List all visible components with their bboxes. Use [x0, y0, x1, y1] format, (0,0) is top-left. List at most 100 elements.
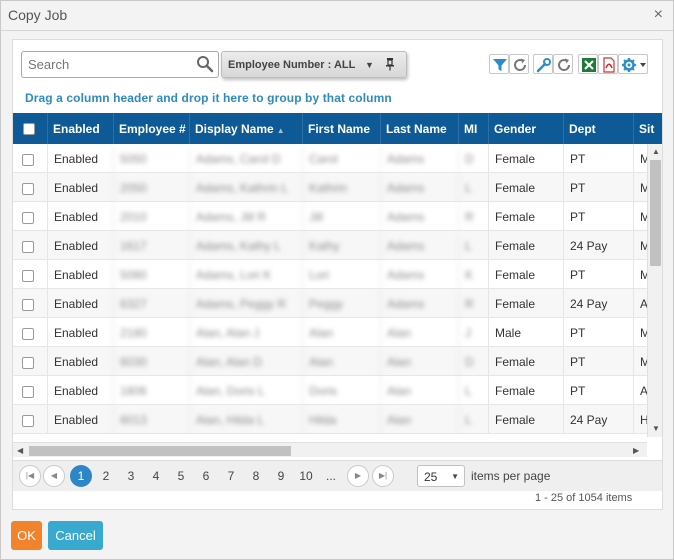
row-checkbox[interactable]	[22, 240, 34, 253]
page-8[interactable]: 8	[245, 465, 267, 487]
row-select-cell	[13, 173, 47, 202]
last-name-cell: Adams	[380, 173, 458, 202]
scroll-down-icon[interactable]: ▼	[652, 424, 660, 433]
dept-cell: PT	[563, 260, 633, 289]
table-row[interactable]: Enabled 2050 Adams, Kathrin L Kathrin Ad…	[13, 173, 649, 202]
refresh-icon[interactable]	[553, 54, 573, 74]
dept-cell: PT	[563, 202, 633, 231]
table-row[interactable]: Enabled 6030 Alan, Alan D Alan Alan D Fe…	[13, 347, 649, 376]
row-checkbox[interactable]	[22, 153, 34, 166]
search-input[interactable]	[22, 52, 197, 77]
page-9[interactable]: 9	[270, 465, 292, 487]
cancel-button[interactable]: Cancel	[48, 521, 103, 550]
pdf-export-icon[interactable]	[598, 54, 618, 74]
prev-page-icon[interactable]: ◀	[43, 465, 65, 487]
gender-cell: Female	[488, 260, 563, 289]
scroll-right-icon[interactable]: ▶	[633, 446, 639, 455]
column-header-site[interactable]: Sit	[633, 113, 662, 144]
gear-icon[interactable]	[618, 54, 648, 74]
page-3[interactable]: 3	[120, 465, 142, 487]
last-name-cell: Adams	[380, 144, 458, 173]
page-4[interactable]: 4	[145, 465, 167, 487]
mi-cell: J	[458, 318, 488, 347]
last-name-cell: Alan	[380, 376, 458, 405]
row-checkbox[interactable]	[22, 327, 34, 340]
row-select-cell	[13, 347, 47, 376]
next-page-icon[interactable]: ▶	[347, 465, 369, 487]
last-name-cell: Adams	[380, 289, 458, 318]
employee-number-cell: 6327	[113, 289, 189, 318]
display-name-cell: Adams, Peggy R	[189, 289, 302, 318]
horizontal-scroll-thumb[interactable]	[29, 446, 291, 456]
first-name-cell: Jill	[302, 202, 380, 231]
table-row[interactable]: Enabled 6013 Alan, Hilda L Hilda Alan L …	[13, 405, 649, 434]
search-icon[interactable]	[196, 55, 216, 75]
wrench-icon[interactable]	[533, 54, 553, 74]
enabled-cell: Enabled	[47, 289, 113, 318]
select-all-checkbox[interactable]	[23, 122, 35, 135]
row-checkbox[interactable]	[22, 356, 34, 369]
table-row[interactable]: Enabled 5080 Adams, Lori K Lori Adams K …	[13, 260, 649, 289]
chevron-down-icon: ▼	[451, 472, 459, 481]
column-header-mi[interactable]: MI	[458, 113, 488, 144]
refresh-filter-icon[interactable]	[509, 54, 529, 74]
page-2[interactable]: 2	[95, 465, 117, 487]
vertical-scrollbar[interactable]: ▲ ▼	[647, 144, 662, 437]
page-more[interactable]: ...	[320, 465, 342, 487]
filter-icon[interactable]	[489, 54, 509, 74]
row-checkbox[interactable]	[22, 414, 34, 427]
row-checkbox[interactable]	[22, 385, 34, 398]
mi-cell: K	[458, 260, 488, 289]
row-checkbox[interactable]	[22, 298, 34, 311]
first-name-cell: Lori	[302, 260, 380, 289]
scroll-up-icon[interactable]: ▲	[652, 147, 660, 156]
mi-cell: R	[458, 202, 488, 231]
display-name-cell: Adams, Carol D	[189, 144, 302, 173]
items-per-page-select[interactable]: 25 ▼	[417, 465, 465, 487]
column-header-dept[interactable]: Dept	[563, 113, 633, 144]
page-1[interactable]: 1	[70, 465, 92, 487]
column-header-employee-number[interactable]: Employee #	[113, 113, 189, 144]
employee-number-cell: 2010	[113, 202, 189, 231]
dialog-titlebar: Copy Job ×	[1, 1, 673, 31]
enabled-cell: Enabled	[47, 173, 113, 202]
employee-number-filter[interactable]: Employee Number : ALL ▼	[221, 51, 407, 78]
group-by-hint: Drag a column header and drop it here to…	[25, 91, 392, 105]
enabled-cell: Enabled	[47, 202, 113, 231]
close-icon[interactable]: ×	[654, 6, 663, 24]
page-5[interactable]: 5	[170, 465, 192, 487]
first-name-cell: Alan	[302, 318, 380, 347]
table-row[interactable]: Enabled 1617 Adams, Kathy L Kathy Adams …	[13, 231, 649, 260]
column-header-enabled[interactable]: Enabled	[47, 113, 113, 144]
table-row[interactable]: Enabled 2180 Alan, Alan J Alan Alan J Ma…	[13, 318, 649, 347]
table-row[interactable]: Enabled 6327 Adams, Peggy R Peggy Adams …	[13, 289, 649, 318]
filter-chip-label: Employee Number : ALL	[228, 59, 356, 71]
row-checkbox[interactable]	[22, 211, 34, 224]
column-header-first-name[interactable]: First Name	[302, 113, 380, 144]
mi-cell: R	[458, 289, 488, 318]
page-6[interactable]: 6	[195, 465, 217, 487]
scroll-left-icon[interactable]: ◀	[17, 446, 23, 455]
gender-cell: Female	[488, 231, 563, 260]
table-row[interactable]: Enabled 1806 Alan, Doris L Doris Alan L …	[13, 376, 649, 405]
table-row[interactable]: Enabled 5050 Adams, Carol D Carol Adams …	[13, 144, 649, 173]
table-row[interactable]: Enabled 2010 Adams, Jill R Jill Adams R …	[13, 202, 649, 231]
page-7[interactable]: 7	[220, 465, 242, 487]
last-page-icon[interactable]: ▶|	[372, 465, 394, 487]
chevron-down-icon[interactable]: ▼	[365, 60, 374, 70]
column-header-last-name[interactable]: Last Name	[380, 113, 458, 144]
first-name-cell: Alan	[302, 347, 380, 376]
employee-number-cell: 1617	[113, 231, 189, 260]
page-10[interactable]: 10	[295, 465, 317, 487]
first-page-icon[interactable]: |◀	[19, 465, 41, 487]
horizontal-scrollbar[interactable]: ◀ ▶	[13, 442, 647, 457]
excel-export-icon[interactable]	[578, 54, 598, 74]
pin-icon[interactable]	[384, 57, 396, 74]
vertical-scroll-thumb[interactable]	[650, 160, 661, 266]
column-header-display-name[interactable]: Display Name ▲	[189, 113, 302, 144]
row-checkbox[interactable]	[22, 269, 34, 282]
ok-button[interactable]: OK	[11, 521, 42, 550]
row-checkbox[interactable]	[22, 182, 34, 195]
gender-cell: Female	[488, 144, 563, 173]
column-header-gender[interactable]: Gender	[488, 113, 563, 144]
